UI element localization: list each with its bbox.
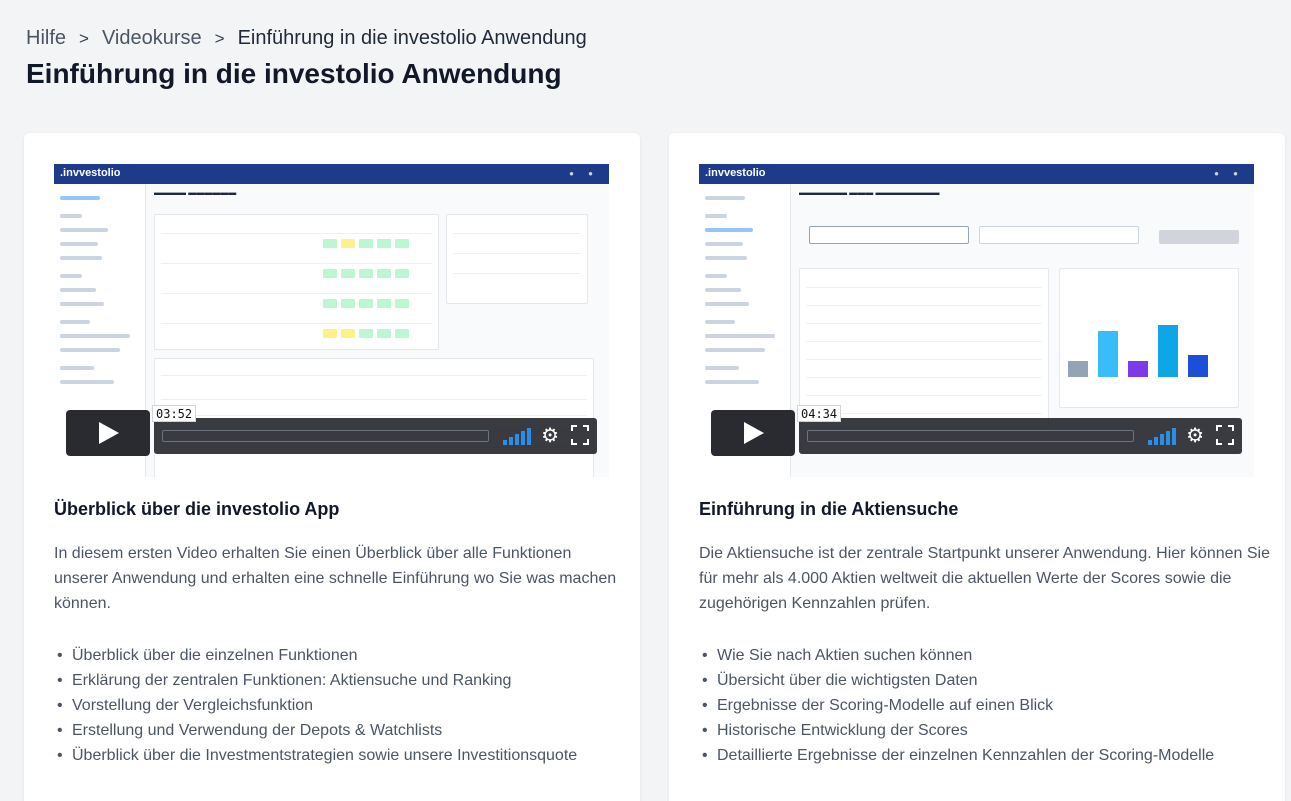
video-thumbnail[interactable]: .invvestolio ● ● ▬▬▬▬ ▬▬▬▬▬▬ ⚙ 03:52 bbox=[54, 164, 609, 477]
video-thumbnail[interactable]: .invvestolio ● ● ▬▬▬▬▬▬ ▬▬▬ ▬▬▬▬▬▬▬▬ ⚙ 0… bbox=[699, 164, 1254, 477]
settings-gear-icon[interactable]: ⚙ bbox=[1186, 424, 1204, 448]
app-preview-isin-input bbox=[809, 226, 969, 244]
feature-item: Wie Sie nach Aktien suchen können bbox=[699, 643, 1279, 668]
app-preview-search-button bbox=[1159, 230, 1239, 244]
video-player-controls: ⚙ 04:34 bbox=[711, 405, 1242, 456]
video-card-app-overview: .invvestolio ● ● ▬▬▬▬ ▬▬▬▬▬▬ ⚙ 03:52 Übe… bbox=[24, 133, 640, 801]
page-title: Einführung in die investolio Anwendung bbox=[26, 58, 562, 89]
feature-item: Ergebnisse der Scoring-Modelle auf einen… bbox=[699, 693, 1279, 718]
fullscreen-icon[interactable] bbox=[1216, 425, 1234, 445]
video-description: In diesem ersten Video erhalten Sie eine… bbox=[54, 545, 617, 612]
feature-item: Überblick über die Investmentstrategien … bbox=[54, 743, 634, 768]
play-icon bbox=[744, 422, 764, 444]
app-preview-logo: .invvestolio bbox=[705, 167, 766, 179]
feature-item: Historische Entwicklung der Scores bbox=[699, 718, 1279, 743]
breadcrumb-link-hilfe[interactable]: Hilfe bbox=[26, 27, 66, 50]
app-preview-date-input bbox=[979, 226, 1139, 244]
video-description: Die Aktiensuche ist der zentrale Startpu… bbox=[699, 545, 1270, 612]
play-icon bbox=[99, 422, 119, 444]
feature-list: Überblick über die einzelnen Funktionen … bbox=[54, 643, 634, 768]
player-controlbar: ⚙ bbox=[154, 418, 597, 454]
chevron-right-icon: > bbox=[79, 28, 89, 48]
fullscreen-icon[interactable] bbox=[571, 425, 589, 445]
feature-item: Überblick über die einzelnen Funktionen bbox=[54, 643, 634, 668]
chevron-right-icon: > bbox=[214, 28, 225, 48]
feature-item: Übersicht über die wichtigsten Daten bbox=[699, 668, 1279, 693]
app-preview-navbar: .invvestolio ● ● bbox=[54, 164, 609, 184]
app-preview-rankings-panel bbox=[446, 214, 588, 304]
app-preview-navbar: .invvestolio ● ● bbox=[699, 164, 1254, 184]
play-button[interactable] bbox=[66, 410, 150, 456]
app-preview-heading: ▬▬▬▬▬▬ ▬▬▬ ▬▬▬▬▬▬▬▬ bbox=[799, 188, 940, 197]
video-duration: 03:52 bbox=[152, 405, 197, 422]
bell-user-icons: ● ● bbox=[1214, 169, 1244, 178]
app-preview-logo: .invvestolio bbox=[60, 167, 121, 179]
breadcrumb-link-videokurse[interactable]: Videokurse bbox=[102, 27, 202, 50]
bell-user-icons: ● ● bbox=[569, 169, 599, 178]
video-duration: 04:34 bbox=[797, 405, 842, 422]
app-preview-heading: ▬▬▬▬ ▬▬▬▬▬▬ bbox=[154, 188, 237, 197]
feature-item: Erklärung der zentralen Funktionen: Akti… bbox=[54, 668, 634, 693]
play-button[interactable] bbox=[711, 410, 795, 456]
video-title: Einführung in die Aktiensuche bbox=[699, 499, 959, 519]
breadcrumb-current: Einführung in die investolio Anwendung bbox=[237, 27, 587, 49]
video-player-controls: ⚙ 03:52 bbox=[66, 405, 597, 456]
feature-item: Detaillierte Ergebnisse der einzelnen Ke… bbox=[699, 743, 1279, 768]
app-preview-depots-panel bbox=[154, 214, 439, 350]
feature-item: Erstellung und Verwendung der Depots & W… bbox=[54, 718, 634, 743]
video-card-aktiensuche: .invvestolio ● ● ▬▬▬▬▬▬ ▬▬▬ ▬▬▬▬▬▬▬▬ ⚙ 0… bbox=[669, 133, 1285, 801]
volume-icon[interactable] bbox=[1148, 427, 1176, 445]
app-preview-score-chart bbox=[1059, 268, 1239, 408]
volume-icon[interactable] bbox=[503, 427, 531, 445]
breadcrumb: Hilfe > Videokurse > Einführung in die i… bbox=[26, 27, 587, 50]
progress-bar[interactable] bbox=[162, 430, 489, 442]
settings-gear-icon[interactable]: ⚙ bbox=[541, 424, 559, 448]
player-controlbar: ⚙ bbox=[799, 418, 1242, 454]
video-title: Überblick über die investolio App bbox=[54, 499, 340, 519]
feature-item: Vorstellung der Vergleichsfunktion bbox=[54, 693, 634, 718]
feature-list: Wie Sie nach Aktien suchen können Übersi… bbox=[699, 643, 1279, 768]
progress-bar[interactable] bbox=[807, 430, 1134, 442]
app-preview-stock-details bbox=[799, 268, 1049, 428]
